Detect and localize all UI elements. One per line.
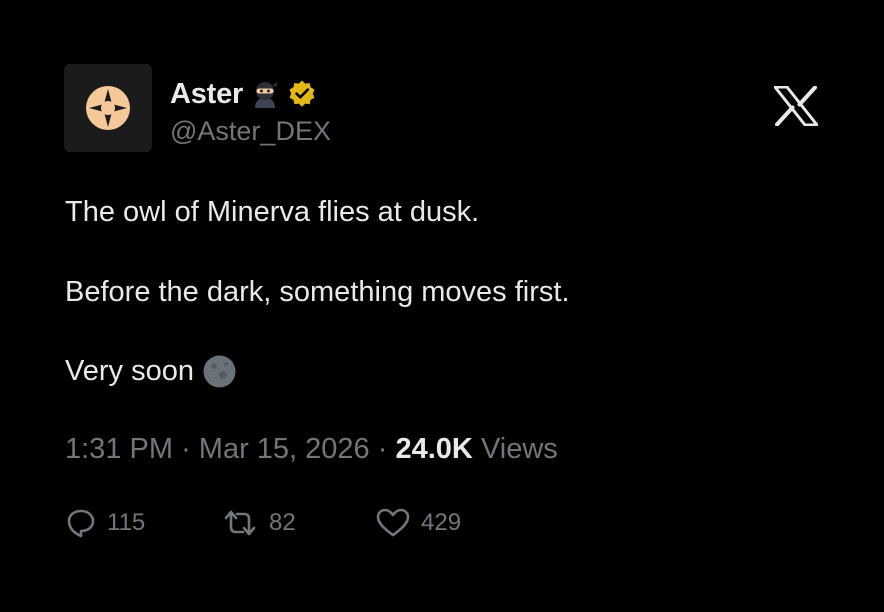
verified-badge-icon[interactable]	[287, 79, 317, 109]
views-label: Views	[480, 433, 558, 465]
avatar[interactable]	[64, 64, 152, 152]
tweet-text-line-1: The owl of Minerva flies at dusk.	[65, 196, 480, 228]
tweet-meta: 1:31 PM · Mar 15, 2026 · 24.0K Views	[65, 433, 558, 466]
tweet-time[interactable]: 1:31 PM	[65, 433, 173, 465]
author-handle[interactable]: @Aster_DEX	[170, 116, 331, 147]
retweet-count: 82	[269, 509, 296, 536]
x-logo-icon[interactable]	[774, 86, 818, 126]
meta-separator: ·	[181, 433, 191, 465]
new-moon-emoji-icon	[203, 355, 236, 388]
author-display-name[interactable]: Aster	[170, 78, 243, 111]
like-count: 429	[421, 509, 462, 536]
views-count: 24.0K	[395, 433, 473, 465]
tweet-text-line-3-label: Very soon	[65, 355, 194, 387]
reply-icon	[67, 509, 95, 538]
ninja-emoji-icon	[255, 82, 279, 108]
tweet-text-line-2: Before the dark, something moves first.	[65, 276, 570, 308]
reply-button[interactable]: 115	[66, 508, 145, 538]
like-button[interactable]: 429	[376, 508, 461, 538]
retweet-button[interactable]: 82	[222, 508, 296, 538]
heart-icon	[376, 508, 410, 537]
retweet-icon	[224, 510, 256, 536]
aster-logo-icon	[86, 86, 130, 130]
author-name-row[interactable]: Aster	[170, 76, 317, 112]
meta-separator: ·	[377, 433, 388, 465]
reply-count: 115	[107, 509, 146, 536]
tweet-date[interactable]: Mar 15, 2026	[199, 433, 370, 465]
tweet-text-line-3: Very soon	[65, 355, 236, 388]
